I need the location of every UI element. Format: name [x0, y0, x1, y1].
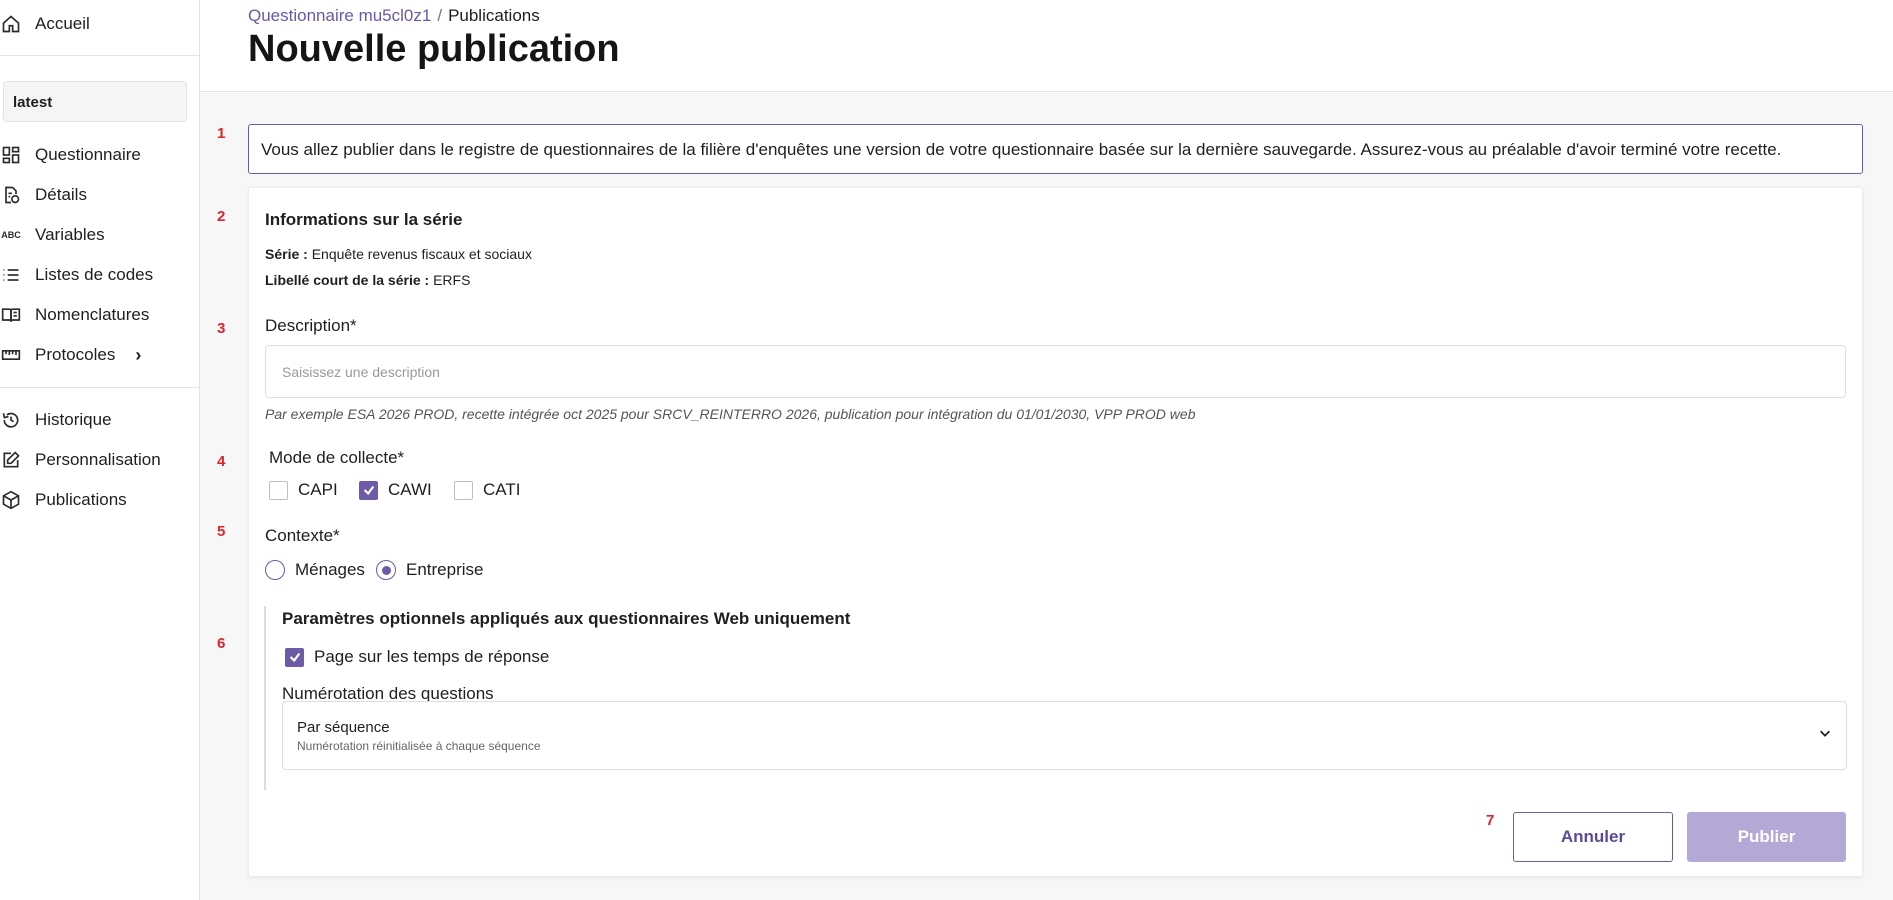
- contexte-label: Contexte*: [265, 526, 340, 545]
- sidebar-item-label: Personnalisation: [35, 450, 161, 469]
- step-marker-5: 5: [217, 523, 226, 540]
- breadcrumb-link-questionnaire[interactable]: Questionnaire mu5cl0z1: [248, 6, 431, 25]
- serie-value: Enquête revenus fiscaux et sociaux: [311, 246, 532, 262]
- chevron-right-icon: ›: [135, 344, 142, 365]
- sidebar-divider: [0, 55, 199, 56]
- main-area: Questionnaire mu5cl0z1 / Publications Nouv…: [200, 0, 1893, 900]
- radio-entreprise[interactable]: Entreprise: [376, 560, 483, 580]
- description-hint: Par exemple ESA 2026 PROD, recette intég…: [265, 406, 1196, 422]
- sidebar-item-nomenclatures[interactable]: Nomenclatures: [0, 300, 149, 330]
- checkbox-cawi-label: CAWI: [388, 480, 432, 499]
- check-icon: [289, 652, 300, 663]
- radio-entreprise-dot[interactable]: [376, 560, 396, 580]
- serie-short-label: Libellé court de la série :: [265, 272, 430, 288]
- step-marker-1: 1: [217, 125, 226, 142]
- cancel-button[interactable]: Annuler: [1513, 812, 1673, 862]
- serie-section-title: Informations sur la série: [265, 210, 463, 229]
- collecte-label: Mode de collecte*: [269, 448, 405, 467]
- step-marker-7: 7: [1486, 812, 1495, 829]
- checkbox-cati[interactable]: CATI: [454, 480, 520, 500]
- sidebar-item-code-lists[interactable]: Listes de codes: [0, 260, 153, 290]
- sidebar-item-variables[interactable]: ABC Variables: [0, 220, 105, 250]
- optional-params-title: Paramètres optionnels appliqués aux ques…: [282, 609, 851, 628]
- step-marker-3: 3: [217, 320, 226, 337]
- sidebar-item-home[interactable]: Accueil: [0, 9, 90, 39]
- file-info-icon: [0, 184, 22, 206]
- sidebar-item-label: Questionnaire: [35, 145, 141, 164]
- step-marker-2: 2: [217, 208, 226, 225]
- checkbox-response-time-box[interactable]: [285, 647, 304, 667]
- sidebar-item-personalisation[interactable]: Personnalisation: [0, 445, 161, 475]
- publication-form: Informations sur la série Série : Enquêt…: [248, 187, 1863, 877]
- dashboard-icon: [0, 144, 22, 166]
- sidebar-item-label: Accueil: [35, 14, 90, 33]
- sidebar-item-questionnaire[interactable]: Questionnaire: [0, 140, 141, 170]
- radio-menages[interactable]: Ménages: [265, 560, 365, 580]
- page-title: Nouvelle publication: [248, 28, 620, 70]
- step-marker-4: 4: [217, 453, 226, 470]
- optional-params-block: Paramètres optionnels appliqués aux ques…: [264, 606, 1847, 790]
- numbering-select-value: Par séquence: [297, 719, 390, 736]
- abc-icon: ABC: [1, 230, 21, 240]
- radio-entreprise-label: Entreprise: [406, 560, 484, 579]
- sidebar-item-label: Variables: [35, 225, 105, 244]
- info-banner: Vous allez publier dans le registre de q…: [248, 124, 1863, 174]
- breadcrumb-separator: /: [437, 6, 443, 25]
- numbering-select[interactable]: Par séquence Numérotation réinitialisée …: [282, 701, 1847, 770]
- checkbox-response-time-label: Page sur les temps de réponse: [314, 647, 550, 666]
- sidebar-item-label: Listes de codes: [35, 265, 154, 284]
- content-area: 1 2 3 4 5 6 Vous allez publier dans le r…: [200, 93, 1893, 900]
- home-icon: [0, 13, 22, 35]
- list-icon: [0, 264, 22, 286]
- serie-label: Série :: [265, 246, 308, 262]
- description-input[interactable]: [265, 345, 1846, 398]
- checkbox-cati-label: CATI: [483, 480, 521, 499]
- edit-icon: [0, 449, 22, 471]
- step-marker-6: 6: [217, 635, 226, 652]
- serie-short-value: ERFS: [433, 272, 471, 288]
- history-icon: [0, 409, 22, 431]
- serie-short-info: Libellé court de la série : ERFS: [265, 272, 470, 288]
- sidebar-item-publications[interactable]: Publications: [0, 485, 127, 515]
- checkbox-capi-box[interactable]: [269, 480, 288, 500]
- ruler-icon: [0, 344, 22, 366]
- chevron-down-icon: [1818, 726, 1832, 740]
- checkbox-response-time[interactable]: Page sur les temps de réponse: [285, 647, 549, 667]
- book-icon: [0, 304, 22, 326]
- publish-button[interactable]: Publier: [1687, 812, 1846, 862]
- version-selector[interactable]: latest: [3, 81, 187, 122]
- sidebar-item-details[interactable]: Détails: [0, 180, 87, 210]
- sidebar-item-history[interactable]: Historique: [0, 405, 112, 435]
- numbering-select-description: Numérotation réinitialisée à chaque séqu…: [297, 739, 541, 753]
- checkbox-capi-label: CAPI: [298, 480, 338, 499]
- sidebar-item-label: Détails: [35, 185, 87, 204]
- checkbox-cawi[interactable]: CAWI: [359, 480, 432, 500]
- serie-info: Série : Enquête revenus fiscaux et socia…: [265, 246, 532, 262]
- checkbox-capi[interactable]: CAPI: [269, 480, 338, 500]
- sidebar-item-label: Historique: [35, 410, 112, 429]
- check-icon: [363, 485, 374, 496]
- breadcrumb: Questionnaire mu5cl0z1 / Publications: [248, 6, 540, 26]
- sidebar-divider: [0, 387, 199, 388]
- checkbox-cawi-box[interactable]: [359, 480, 378, 500]
- sidebar-item-label: Publications: [35, 490, 127, 509]
- sidebar: Accueil latest Questionnaire Détails ABC…: [0, 0, 200, 900]
- radio-menages-label: Ménages: [295, 560, 365, 579]
- radio-menages-dot[interactable]: [265, 560, 285, 580]
- sidebar-item-label: Protocoles: [35, 345, 116, 364]
- package-icon: [0, 489, 22, 511]
- description-label: Description*: [265, 316, 357, 335]
- breadcrumb-current: Publications: [448, 6, 540, 25]
- sidebar-item-label: Nomenclatures: [35, 305, 150, 324]
- page-header: Questionnaire mu5cl0z1 / Publications Nouv…: [200, 0, 1893, 92]
- checkbox-cati-box[interactable]: [454, 480, 473, 500]
- sidebar-item-protocoles[interactable]: Protocoles ›: [0, 340, 141, 370]
